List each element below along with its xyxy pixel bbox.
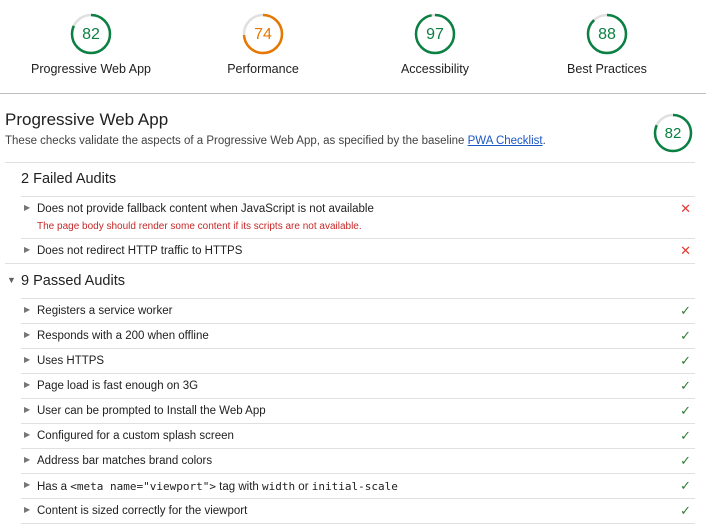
audit-item-service-worker[interactable]: ▶ Registers a service worker ✓ [21, 298, 695, 323]
gauge-ring: 82 [70, 13, 112, 55]
check-icon: ✓ [680, 503, 691, 518]
triangle-right-icon[interactable]: ▶ [24, 355, 30, 364]
cross-icon: ✕ [680, 201, 691, 216]
audit-title: Does not redirect HTTP traffic to HTTPS [37, 245, 243, 257]
gauge-ring: 88 [586, 13, 628, 55]
audit-title: Uses HTTPS [37, 355, 105, 367]
audit-item-brand-colors[interactable]: ▶ Address bar matches brand colors ✓ [21, 448, 695, 473]
failed-audits-title: 2 Failed Audits [21, 171, 117, 187]
triangle-right-icon[interactable]: ▶ [24, 455, 30, 464]
title-text: Has a [37, 481, 71, 493]
gauge-label: Best Practices [567, 62, 647, 76]
audit-title: Configured for a custom splash screen [37, 430, 234, 442]
check-icon: ✓ [680, 328, 691, 343]
divider [21, 523, 695, 524]
divider [5, 162, 695, 163]
audit-title: Address bar matches brand colors [37, 455, 213, 467]
gauge-label: Progressive Web App [31, 62, 151, 76]
gauge-ring: 97 [414, 13, 456, 55]
audit-error-text: The page body should render some content… [37, 221, 362, 232]
audit-item-install-prompt[interactable]: ▶ User can be prompted to Install the We… [21, 398, 695, 423]
audit-item-content-sized[interactable]: ▶ Content is sized correctly for the vie… [21, 498, 695, 523]
category-title: Progressive Web App [5, 110, 169, 129]
category-description: These checks validate the aspects of a P… [5, 135, 695, 147]
title-text: tag with [215, 481, 262, 493]
collapse-arrow-icon[interactable]: ▼ [7, 275, 16, 285]
category-gauge: 82 [652, 112, 694, 159]
gauge-score: 74 [254, 26, 272, 43]
check-icon: ✓ [680, 478, 691, 493]
audit-item-https-redirect[interactable]: ▶ Does not redirect HTTP traffic to HTTP… [21, 238, 695, 263]
divider [5, 263, 695, 264]
check-icon: ✓ [680, 428, 691, 443]
gauge-accessibility[interactable]: 97 Accessibility [355, 12, 515, 76]
code-width: width [261, 480, 296, 493]
audit-item-3g-load[interactable]: ▶ Page load is fast enough on 3G ✓ [21, 373, 695, 398]
triangle-right-icon[interactable]: ▶ [24, 480, 30, 489]
triangle-right-icon[interactable]: ▶ [24, 430, 30, 439]
triangle-right-icon[interactable]: ▶ [24, 330, 30, 339]
check-icon: ✓ [680, 453, 691, 468]
gauge-pwa[interactable]: 82 Progressive Web App [11, 12, 171, 76]
audit-title: Registers a service worker [37, 305, 173, 317]
check-icon: ✓ [680, 353, 691, 368]
audit-title: Does not provide fallback content when J… [37, 203, 374, 215]
audit-item-fallback[interactable]: ▶ Does not provide fallback content when… [21, 197, 695, 238]
audit-item-offline[interactable]: ▶ Responds with a 200 when offline ✓ [21, 323, 695, 348]
triangle-right-icon[interactable]: ▶ [24, 380, 30, 389]
triangle-right-icon[interactable]: ▶ [24, 203, 30, 212]
title-text: or [295, 481, 312, 493]
gauge-ring: 82 [653, 113, 693, 153]
triangle-right-icon[interactable]: ▶ [24, 505, 30, 514]
passed-audits-title[interactable]: 9 Passed Audits [21, 273, 125, 289]
audit-title: Responds with a 200 when offline [37, 330, 209, 342]
check-icon: ✓ [680, 303, 691, 318]
audit-title: Content is sized correctly for the viewp… [37, 505, 248, 517]
gauge-label: Performance [227, 62, 299, 76]
gauge-ring: 74 [242, 13, 284, 55]
description-end: . [542, 135, 546, 147]
check-icon: ✓ [680, 378, 691, 393]
audit-item-https[interactable]: ▶ Uses HTTPS ✓ [21, 348, 695, 373]
gauge-score: 97 [426, 26, 444, 43]
triangle-right-icon[interactable]: ▶ [24, 405, 30, 414]
pwa-checklist-link[interactable]: PWA Checklist [468, 135, 543, 147]
cross-icon: ✕ [680, 243, 691, 258]
audit-title: Page load is fast enough on 3G [37, 380, 199, 392]
triangle-right-icon[interactable]: ▶ [24, 245, 30, 254]
code-meta-viewport: <meta name="viewport"> [70, 480, 216, 493]
code-initial-scale: initial-scale [311, 480, 398, 493]
audit-title: User can be prompted to Install the Web … [37, 405, 266, 417]
audit-item-viewport-meta[interactable]: ▶ Has a <meta name="viewport"> tag with … [21, 473, 695, 498]
check-icon: ✓ [680, 403, 691, 418]
gauge-score: 82 [82, 26, 100, 43]
audit-title: Has a <meta name="viewport"> tag with wi… [37, 480, 398, 493]
score-summary: 82 Progressive Web App 74 Performance 97… [0, 0, 706, 94]
gauge-score: 88 [598, 26, 616, 43]
category-header: Progressive Web App These checks validat… [5, 110, 695, 154]
audit-item-splash-screen[interactable]: ▶ Configured for a custom splash screen … [21, 423, 695, 448]
description-text: These checks validate the aspects of a P… [5, 135, 468, 147]
gauge-label: Accessibility [400, 62, 470, 76]
triangle-right-icon[interactable]: ▶ [24, 305, 30, 314]
gauge-performance[interactable]: 74 Performance [183, 12, 343, 76]
category-score: 82 [665, 125, 682, 142]
gauge-best-practices[interactable]: 88 Best Practices [527, 12, 687, 76]
